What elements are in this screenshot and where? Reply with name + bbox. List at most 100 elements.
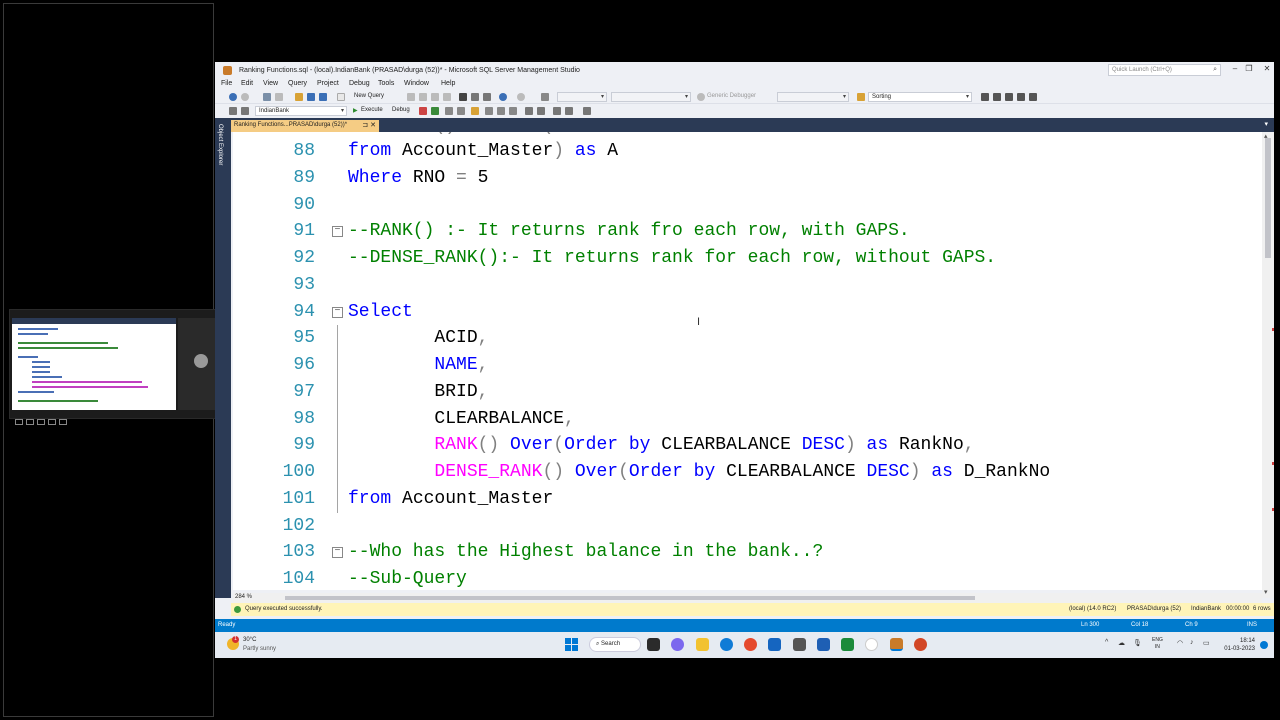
change-connection-icon[interactable] bbox=[241, 107, 249, 115]
notification-center-icon[interactable] bbox=[1260, 641, 1268, 649]
collapse-region-icon[interactable]: − bbox=[332, 306, 343, 318]
system-clock[interactable]: 18:14 01-03-2023 bbox=[1219, 637, 1255, 653]
tab-overflow-chevron-icon[interactable]: ▾ bbox=[1264, 120, 1268, 128]
volume-icon[interactable]: ♪ bbox=[1190, 639, 1194, 646]
taskbar-search-button[interactable]: ⌕ Search bbox=[589, 637, 641, 652]
find-combo[interactable]: Sorting ▾ bbox=[868, 92, 972, 102]
quick-launch-input[interactable]: Quick Launch (Ctrl+Q) ⌕ bbox=[1108, 64, 1221, 76]
forward-icon[interactable] bbox=[241, 93, 249, 101]
menu-query[interactable]: Query bbox=[288, 80, 307, 87]
code-line[interactable]: 98 CLEARBALANCE, bbox=[233, 405, 1262, 433]
code-line[interactable]: 91 − --RANK() :- It returns rank fro each … bbox=[233, 218, 1262, 245]
solution-explorer-icon[interactable] bbox=[981, 93, 989, 101]
sql-editor[interactable]: _ () ( 88 from Account_Master) as A 89 Wher… bbox=[233, 132, 1262, 590]
menu-project[interactable]: Project bbox=[317, 80, 339, 87]
platform-combo[interactable]: ▾ bbox=[611, 92, 691, 102]
input-language[interactable]: ENG IN bbox=[1152, 637, 1163, 651]
undo-icon[interactable] bbox=[499, 93, 507, 101]
mdx-icon[interactable] bbox=[431, 93, 439, 101]
analysis-icon[interactable] bbox=[419, 93, 427, 101]
close-tab-icon[interactable]: ✕ bbox=[370, 122, 376, 129]
template-explorer-icon[interactable] bbox=[1029, 93, 1037, 101]
save-icon[interactable] bbox=[307, 93, 315, 101]
menu-help[interactable]: Help bbox=[441, 80, 455, 87]
paste-icon[interactable] bbox=[483, 93, 491, 101]
code-line[interactable]: 102 bbox=[233, 513, 1262, 540]
collapse-region-icon[interactable]: − bbox=[332, 226, 343, 238]
results-to-text-icon[interactable] bbox=[485, 107, 493, 115]
menu-tools[interactable]: Tools bbox=[378, 80, 394, 87]
object-explorer-collapsed-tab[interactable]: Object Explorer bbox=[215, 118, 231, 598]
file-explorer-icon[interactable] bbox=[696, 638, 709, 651]
menu-window[interactable]: Window bbox=[404, 80, 429, 87]
redo-icon[interactable] bbox=[517, 93, 525, 101]
store-icon[interactable] bbox=[768, 638, 781, 651]
display-plan-icon[interactable] bbox=[445, 107, 453, 115]
code-line[interactable]: 88 from Account_Master) as A bbox=[233, 138, 1262, 165]
menu-view[interactable]: View bbox=[263, 80, 278, 87]
chat-icon[interactable] bbox=[671, 638, 684, 651]
zoom-level[interactable]: 284 % bbox=[235, 594, 252, 600]
weather-description[interactable]: Partly sunny bbox=[243, 646, 276, 652]
code-line[interactable]: 95 ACID, bbox=[233, 325, 1262, 352]
start-debug-icon[interactable] bbox=[697, 93, 705, 101]
debug-target-combo[interactable]: ▾ bbox=[777, 92, 849, 102]
scroll-down-icon[interactable]: ▾ bbox=[1264, 588, 1268, 596]
code-line[interactable]: 100 DENSE_RANK() Over(Order by CLEARBALA… bbox=[233, 459, 1262, 486]
start-button-windows-icon[interactable] bbox=[565, 638, 578, 651]
code-line[interactable]: 89 Where RNO = 5 bbox=[233, 165, 1262, 192]
comment-icon[interactable] bbox=[525, 107, 533, 115]
code-line[interactable]: 99 RANK() Over(Order by CLEARBALANCE DES… bbox=[233, 432, 1262, 459]
task-view-icon[interactable] bbox=[647, 638, 660, 651]
collapse-region-icon[interactable]: − bbox=[332, 547, 343, 559]
query-designer-icon[interactable] bbox=[457, 107, 465, 115]
debug-button[interactable]: Debug bbox=[392, 107, 410, 113]
add-item-icon[interactable] bbox=[275, 93, 283, 101]
code-line[interactable]: 93 bbox=[233, 272, 1262, 299]
new-project-icon[interactable] bbox=[263, 93, 271, 101]
restore-button[interactable]: ❐ bbox=[1241, 64, 1257, 76]
menu-debug[interactable]: Debug bbox=[349, 80, 370, 87]
battery-icon[interactable]: ▭ bbox=[1203, 639, 1210, 647]
code-line[interactable]: 92 --DENSE_RANK():- It returns rank for e… bbox=[233, 245, 1262, 272]
code-line[interactable]: 97 BRID, bbox=[233, 378, 1262, 406]
onedrive-icon[interactable]: ☁ bbox=[1118, 639, 1125, 647]
open-file-icon[interactable] bbox=[295, 93, 303, 101]
query-db-icon[interactable] bbox=[407, 93, 415, 101]
scrollbar-thumb[interactable] bbox=[1265, 138, 1271, 258]
navigate-icon[interactable] bbox=[541, 93, 549, 101]
chrome-browser-icon[interactable] bbox=[744, 638, 757, 651]
menu-file[interactable]: File bbox=[221, 80, 232, 87]
find-files-icon[interactable] bbox=[857, 93, 865, 101]
save-all-icon[interactable] bbox=[319, 93, 327, 101]
toolbox-icon[interactable] bbox=[1005, 93, 1013, 101]
indent-icon[interactable] bbox=[553, 107, 561, 115]
debugger-target[interactable]: Generic Debugger bbox=[707, 93, 756, 99]
powerpoint-icon[interactable] bbox=[914, 638, 927, 651]
pin-icon[interactable]: ⊐ bbox=[362, 122, 368, 129]
new-query-icon[interactable] bbox=[337, 93, 345, 101]
visual-studio-icon[interactable] bbox=[817, 638, 830, 651]
code-line[interactable]: 103 − --Who has the Highest balance in the… bbox=[233, 539, 1262, 566]
uncomment-icon[interactable] bbox=[537, 107, 545, 115]
cut-icon[interactable] bbox=[459, 93, 467, 101]
microphone-icon[interactable]: 🎙 bbox=[1133, 639, 1142, 647]
code-line[interactable]: 96 NAME, bbox=[233, 352, 1262, 379]
code-line[interactable]: 90 bbox=[233, 192, 1262, 219]
available-db-icon[interactable] bbox=[229, 107, 237, 115]
horizontal-scrollbar-thumb[interactable] bbox=[285, 596, 975, 600]
results-to-file-icon[interactable] bbox=[509, 107, 517, 115]
include-plan-icon[interactable] bbox=[471, 107, 479, 115]
excel-icon[interactable] bbox=[841, 638, 854, 651]
parse-icon[interactable] bbox=[431, 107, 439, 115]
execute-button[interactable]: Execute bbox=[361, 107, 383, 113]
properties-icon[interactable] bbox=[993, 93, 1001, 101]
edge-browser-icon[interactable] bbox=[720, 638, 733, 651]
show-hidden-icons-chevron-icon[interactable]: ^ bbox=[1105, 639, 1108, 646]
vertical-scrollbar[interactable]: ▴ ▾ bbox=[1262, 132, 1274, 598]
code-line[interactable]: 104 --Sub-Query bbox=[233, 566, 1262, 590]
solution-config-combo[interactable]: ▾ bbox=[557, 92, 607, 102]
close-window-button[interactable]: ✕ bbox=[1259, 64, 1275, 76]
code-line[interactable]: 94 − Select bbox=[233, 299, 1262, 326]
weather-temperature[interactable]: 30°C bbox=[243, 637, 256, 643]
